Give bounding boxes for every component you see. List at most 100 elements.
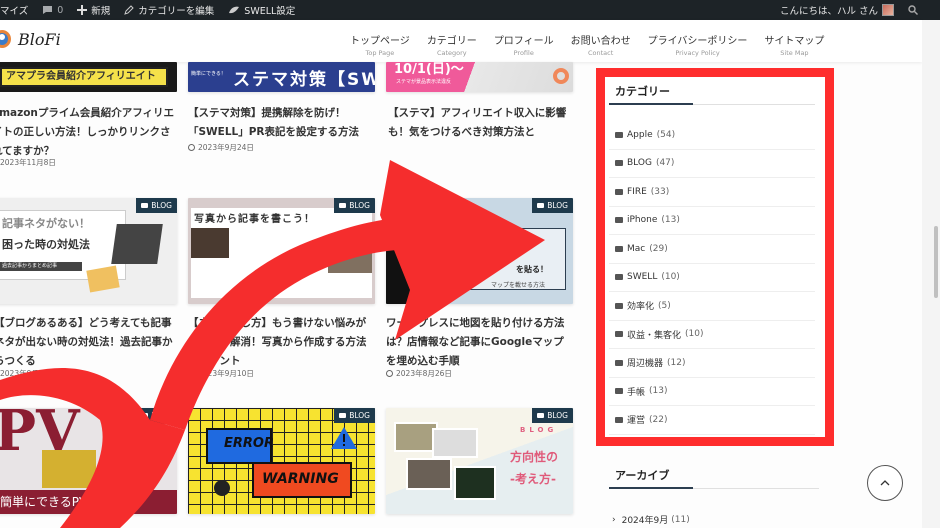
category-badge[interactable]: BLOG xyxy=(532,408,573,423)
swell-icon xyxy=(229,6,240,14)
site-header: BloFi トップページ Top Page カテゴリー Category プロフィー… xyxy=(0,20,922,62)
archive-item[interactable]: › 2024年9月 (11) xyxy=(612,513,690,527)
category-item-planner[interactable]: 手帳 (13) xyxy=(609,378,815,406)
customize-label: マイズ xyxy=(0,6,29,17)
avatar[interactable] xyxy=(882,4,894,16)
post-title[interactable]: amazonプライム会員紹介アフィリエイトの正しい方法！しっかりリンクされてます… xyxy=(0,104,177,161)
category-count: (10) xyxy=(685,329,704,340)
post-thumbnail[interactable]: 記事ネタがない！ 困った時の対処法 過去記事からまとめ記事 BLOG xyxy=(0,198,177,304)
category-item-peripherals[interactable]: 周辺機器 (12) xyxy=(609,349,815,378)
nav-contact[interactable]: お問い合わせ Contact xyxy=(571,32,631,57)
search-icon[interactable] xyxy=(908,5,918,15)
post-date: 2023年9月10日 xyxy=(188,368,254,379)
date-text: 2023年11月8日 xyxy=(0,158,56,167)
nav-sublabel: Profile xyxy=(513,49,534,57)
back-to-top-button[interactable] xyxy=(867,465,903,501)
date-text: 2023年9月24日 xyxy=(198,143,254,152)
post-thumbnail[interactable]: PV 簡単にできるPV数非表示 BLOG xyxy=(0,408,177,514)
nav-category[interactable]: カテゴリー Category xyxy=(427,32,477,57)
scrollbar-thumb[interactable] xyxy=(934,226,938,298)
category-item-monetization[interactable]: 収益・集客化 (10) xyxy=(609,321,815,349)
post-title[interactable]: ワードプレスに地図を貼り付ける方法は？店情報など記事にGoogleマップを埋め込… xyxy=(386,314,573,371)
nav-site-map[interactable]: サイトマップ Site Map xyxy=(764,32,824,57)
swell-settings-link[interactable]: SWELL設定 xyxy=(228,3,295,17)
thumbnail-text: アマプラ会員紹介アフィリエイト xyxy=(0,67,168,87)
category-item-apple[interactable]: Apple (54) xyxy=(609,121,815,150)
category-item-blog[interactable]: BLOG (47) xyxy=(609,150,815,178)
date-text: 2023年9月10日 xyxy=(198,369,254,378)
post-date: 2023年11月8日 xyxy=(0,157,56,168)
folder-icon xyxy=(141,413,149,418)
category-item-management[interactable]: 運営 (22) xyxy=(609,406,815,435)
category-badge[interactable]: BLOG xyxy=(334,198,375,213)
comments-link[interactable]: 0 xyxy=(42,5,63,16)
folder-icon xyxy=(339,203,347,208)
edit-category-link[interactable]: カテゴリーを編集 xyxy=(124,3,214,17)
category-badge[interactable]: BLOG xyxy=(334,408,375,423)
thumbnail-text: 簡単にできるPV数非表示 xyxy=(0,495,136,509)
title-accent xyxy=(609,487,693,489)
post-thumbnail[interactable]: 写真から記事を書こう！ BLOG xyxy=(188,198,375,304)
post-thumbnail[interactable]: 簡単にできる！ ステマ対策【SWELL xyxy=(188,62,375,92)
user-greeting[interactable]: こんにちは、ハル さん xyxy=(780,3,878,17)
new-content-link[interactable]: 新規 xyxy=(77,3,110,17)
clock-icon xyxy=(188,370,195,377)
badge-text: BLOG xyxy=(547,201,568,210)
folder-icon xyxy=(615,416,623,423)
category-item-efficiency[interactable]: 効率化 (5) xyxy=(609,292,815,321)
nav-profile[interactable]: プロフィール Profile xyxy=(494,32,554,57)
category-name: 収益・集客化 xyxy=(627,330,682,341)
post-thumbnail[interactable]: を貼る！ マップを載せる方法 BLOG xyxy=(386,198,573,304)
title-accent xyxy=(609,103,693,105)
admin-bar: マイズ 0 新規 カテゴリーを編集 SWELL設定 こんにちは、ハル さん xyxy=(0,0,940,20)
thumbnail-subtext: マップを載せる方法 xyxy=(491,282,546,289)
category-item-mac[interactable]: Mac (29) xyxy=(609,235,815,264)
nav-top-page[interactable]: トップページ Top Page xyxy=(350,32,410,57)
date-text: 2023年8月26日 xyxy=(396,369,452,378)
post-thumbnail[interactable]: ERROR WARNING BLOG xyxy=(188,408,375,514)
clock-icon xyxy=(188,144,195,151)
category-item-swell[interactable]: SWELL (10) xyxy=(609,264,815,292)
category-badge[interactable]: BLOG xyxy=(136,198,177,213)
folder-icon xyxy=(537,203,545,208)
thumbnail-subtext: BLOG xyxy=(520,426,558,434)
thumbnail-text: 10/1(日)〜 xyxy=(394,62,464,77)
category-item-iphone[interactable]: iPhone (13) xyxy=(609,207,815,235)
post-title[interactable]: 【ブログあるある】どう考えても記事ネタが出ない時の対処法！過去記事からつくる xyxy=(0,314,181,371)
category-count: (10) xyxy=(661,272,680,283)
category-badge[interactable]: BLOG xyxy=(532,198,573,213)
category-count: (47) xyxy=(655,158,675,169)
thumbnail-subtext: 簡単にできる！ xyxy=(191,71,226,77)
folder-icon xyxy=(615,331,623,338)
nav-label: トップページ xyxy=(350,36,410,47)
thumbnail-subtext: 過去記事からまとめ記事 xyxy=(0,262,82,271)
nav-privacy-policy[interactable]: プライバシーポリシー Privacy Policy xyxy=(648,32,748,57)
thumbnail-text: ステマ対策【SWELL xyxy=(233,70,375,90)
thumbnail-text: 記事ネタがない！ xyxy=(2,217,90,230)
nav-label: カテゴリー xyxy=(426,36,477,47)
post-title[interactable]: 【ステマ】アフィリエイト収入に影響も！気をつけるべき対策方法と xyxy=(388,104,575,142)
post-thumbnail[interactable]: BLOG 方向性の -考え方- BLOG xyxy=(386,408,573,514)
category-name: BLOG xyxy=(627,158,652,169)
category-badge[interactable]: BLOG xyxy=(136,408,177,423)
category-name: Apple xyxy=(627,129,653,140)
folder-icon xyxy=(615,245,623,252)
category-count: (13) xyxy=(649,386,668,397)
site-logo[interactable]: BloFi xyxy=(0,28,61,50)
nav-sublabel: Site Map xyxy=(780,49,809,57)
post-title[interactable]: 【ネタの探し方】もう書けない悩みがスッキリ解消！写真から作成する方法とポイント xyxy=(188,314,375,371)
archive-count: (11) xyxy=(671,514,690,525)
post-thumbnail[interactable]: 10/1(日)〜 ステマが景品表示法違反 xyxy=(386,62,573,92)
nav-label: サイトマップ xyxy=(764,36,825,47)
category-name: SWELL xyxy=(627,272,658,283)
category-count: (13) xyxy=(661,215,680,226)
folder-icon xyxy=(615,302,623,309)
customize-link[interactable]: マイズ xyxy=(0,3,28,17)
thumbnail-subtext: ステマが景品表示法違反 xyxy=(396,79,452,85)
nav-sublabel: Privacy Policy xyxy=(675,49,720,57)
category-name: 効率化 xyxy=(627,302,655,313)
archive-label: 2024年9月 xyxy=(621,516,669,526)
category-item-fire[interactable]: FIRE (33) xyxy=(609,178,815,207)
post-title[interactable]: 【ステマ対策】提携解除を防げ！「SWELL」PR表記を設定する方法 xyxy=(188,104,375,142)
post-thumbnail[interactable]: アマプラ会員紹介アフィリエイト xyxy=(0,62,177,92)
